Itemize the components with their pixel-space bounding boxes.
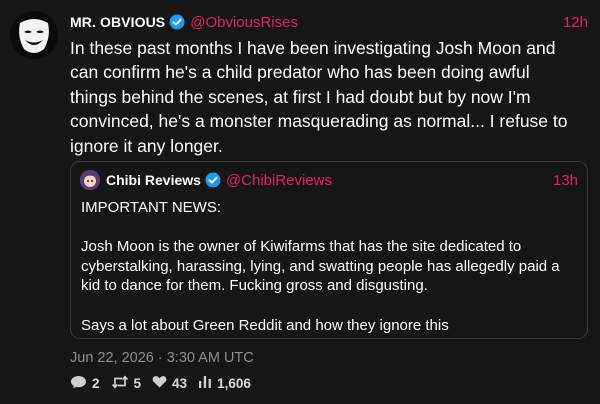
quoted-tweet-header: Chibi Reviews @ChibiReviews 13h (80, 170, 578, 190)
quoted-tweet[interactable]: Chibi Reviews @ChibiReviews 13h IMPORTAN… (70, 161, 588, 339)
like-icon (152, 375, 172, 391)
retweet-stat[interactable]: 5 (111, 375, 142, 392)
tweet-text: In these past months I have been investi… (70, 38, 568, 156)
reply-count: 2 (92, 375, 100, 391)
quoted-author-name[interactable]: Chibi Reviews (106, 172, 201, 188)
tweet-stats: 2 5 43 1,606 (70, 375, 262, 391)
quoted-tweet-time[interactable]: 13h (553, 172, 578, 189)
views-count: 1,606 (217, 375, 251, 391)
like-stat[interactable]: 43 (152, 375, 187, 391)
verified-badge-icon (205, 172, 221, 188)
quoted-author-avatar[interactable] (80, 170, 100, 190)
verified-badge-icon (169, 14, 185, 30)
reply-stat[interactable]: 2 (70, 375, 100, 392)
author-name[interactable]: MR. OBVIOUS (70, 14, 165, 30)
views-icon (198, 375, 217, 391)
retweet-count: 5 (133, 375, 142, 391)
tweet-card: MR. OBVIOUS @ObviousRises 12h In these p… (0, 0, 600, 404)
tweet-time[interactable]: 12h (563, 14, 588, 31)
tweet-date[interactable]: Jun 22, 2026 · 3:30 AM UTC (70, 350, 254, 366)
retweet-icon (111, 375, 134, 392)
tweet-header: MR. OBVIOUS @ObviousRises 12h (70, 13, 588, 31)
quoted-tweet-text: IMPORTANT NEWS: Josh Moon is the owner o… (81, 199, 560, 334)
like-count: 43 (172, 375, 188, 391)
views-stat[interactable]: 1,606 (198, 375, 251, 391)
quoted-author-handle[interactable]: @ChibiReviews (226, 172, 332, 189)
author-handle[interactable]: @ObviousRises (190, 14, 298, 31)
reply-icon (70, 375, 92, 392)
author-avatar[interactable] (10, 11, 58, 59)
